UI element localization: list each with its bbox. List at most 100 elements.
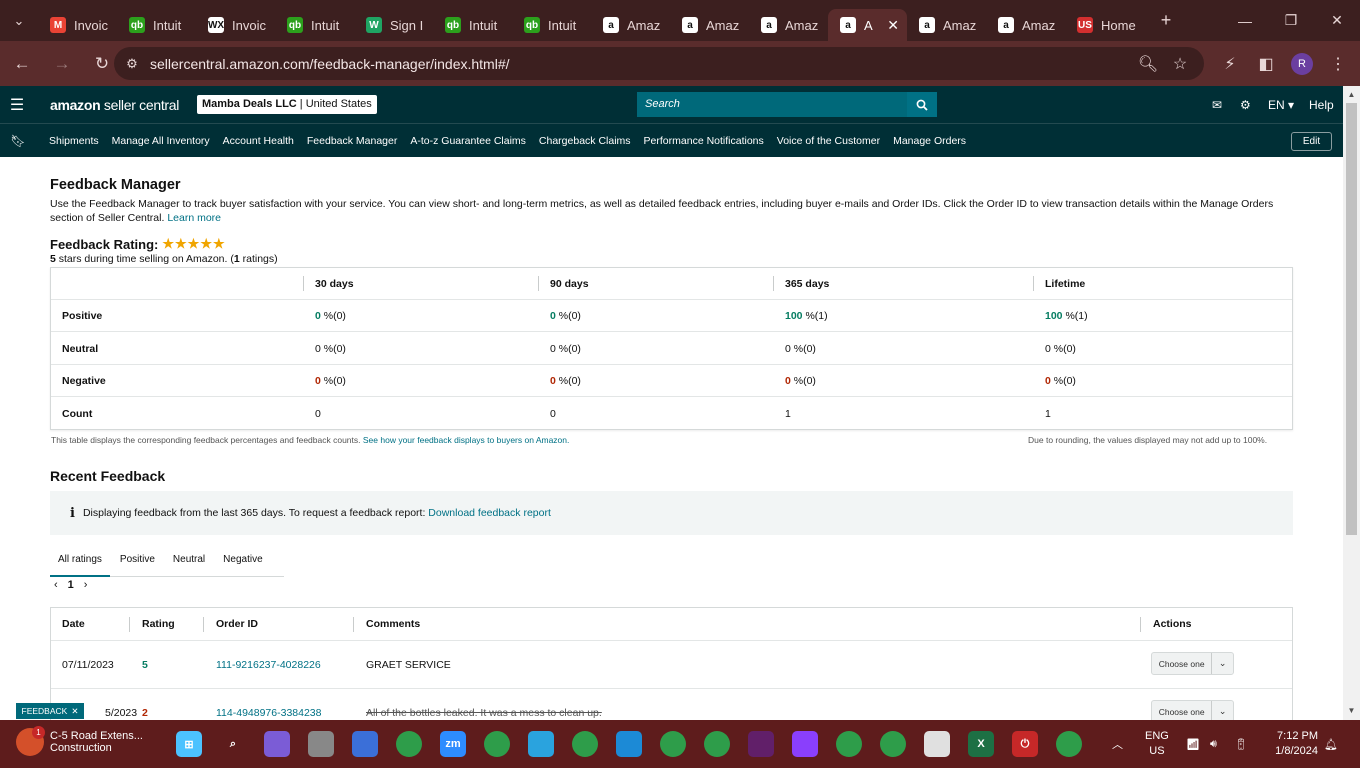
browser-tab[interactable]: qb Intuit [275, 9, 354, 41]
page-scrollbar[interactable]: ▲ ▼ [1343, 86, 1360, 720]
address-bar[interactable]: ⚙ sellercentral.amazon.com/feedback-mana… [114, 47, 1204, 80]
tab-positive[interactable]: Positive [112, 547, 163, 577]
restore-icon[interactable]: ❐ [1268, 0, 1314, 41]
feedback-display-link[interactable]: See how your feedback displays to buyers… [363, 435, 569, 445]
tab-neutral[interactable]: Neutral [165, 547, 213, 577]
chrome-icon[interactable] [572, 731, 598, 757]
browser-tab[interactable]: qb Intuit [512, 9, 591, 41]
close-tab-icon[interactable]: ✕ [887, 17, 899, 34]
action-dropdown[interactable]: Choose one ⌄ [1151, 700, 1234, 720]
edit-nav-button[interactable]: Edit [1291, 132, 1332, 151]
language-selector[interactable]: EN ▾ [1268, 86, 1294, 123]
browser-tab[interactable]: WX Invoic [196, 9, 275, 41]
learn-more-link[interactable]: Learn more [167, 212, 221, 224]
browser-tab[interactable]: a Amaz [986, 9, 1065, 41]
browser-tab[interactable]: W Sign I [354, 9, 433, 41]
nav-link[interactable]: Account Health [223, 135, 294, 147]
browser-tab[interactable]: a Amaz [749, 9, 828, 41]
chrome-icon[interactable] [396, 731, 422, 757]
telegram-icon[interactable] [528, 731, 554, 757]
browser-tab[interactable]: a Amaz [670, 9, 749, 41]
mail-icon[interactable]: ✉ [1212, 86, 1222, 123]
settings-gear-icon[interactable]: ⚙ [1240, 86, 1251, 123]
clock[interactable]: 7:12 PM 1/8/2024 [1266, 720, 1318, 768]
seller-central-logo[interactable]: amazon seller central [50, 97, 179, 113]
scroll-up-icon[interactable]: ▲ [1343, 90, 1360, 99]
profile-avatar[interactable]: R [1284, 41, 1320, 86]
nav-link[interactable]: Manage Orders [893, 135, 966, 147]
close-window-icon[interactable]: ✕ [1314, 0, 1360, 41]
extensions-icon[interactable]: ⚡︎ [1212, 41, 1248, 86]
chrome-icon[interactable] [660, 731, 686, 757]
messenger-icon[interactable] [792, 731, 818, 757]
chevron-down-icon[interactable]: ⌄ [1211, 701, 1233, 720]
chrome-icon[interactable] [836, 731, 862, 757]
chrome-icon[interactable] [880, 731, 906, 757]
minimize-icon[interactable]: — [1222, 0, 1268, 41]
edge-icon[interactable] [616, 731, 642, 757]
tab-search-icon[interactable]: ⌄ [0, 0, 38, 41]
site-info-icon[interactable]: ⚙ [114, 56, 150, 72]
bookmark-icon[interactable]: 🔖︎ [0, 134, 36, 148]
browser-tab[interactable]: M Invoic [38, 9, 117, 41]
copilot-icon[interactable] [264, 731, 290, 757]
tab-negative[interactable]: Negative [215, 547, 270, 577]
hamburger-menu-icon[interactable]: ☰ [0, 95, 34, 115]
tab-all-ratings[interactable]: All ratings [50, 547, 110, 577]
notifications-icon[interactable]: 🔔︎ [1324, 720, 1338, 768]
scroll-down-icon[interactable]: ▼ [1343, 706, 1360, 715]
account-switcher[interactable]: Mamba Deals LLC | United States [197, 95, 377, 114]
nav-link[interactable]: Shipments [49, 135, 99, 147]
power-icon[interactable]: ⏻ [1012, 731, 1038, 757]
tray-chevron-icon[interactable]: ︿ [1112, 720, 1123, 768]
news-widget[interactable]: 1 C-5 Road Extens... Construction [16, 726, 143, 756]
menu-kebab-icon[interactable]: ⋮ [1320, 41, 1356, 86]
nav-link[interactable]: A-to-z Guarantee Claims [410, 135, 526, 147]
chrome-icon[interactable] [1056, 731, 1082, 757]
search-input[interactable]: Search [637, 92, 907, 117]
file-explorer-icon[interactable] [308, 731, 334, 757]
current-page[interactable]: 1 [68, 579, 74, 591]
side-panel-icon[interactable]: ◧ [1248, 41, 1284, 86]
language-indicator[interactable]: ENG US [1145, 720, 1169, 768]
browser-tab[interactable]: qb Intuit [433, 9, 512, 41]
help-link[interactable]: Help [1309, 86, 1334, 123]
browser-tab[interactable]: qb Intuit [117, 9, 196, 41]
download-report-link[interactable]: Download feedback report [428, 507, 551, 519]
feedback-widget[interactable]: FEEDBACK ✕ [16, 703, 84, 719]
start-icon[interactable]: ⊞ [176, 731, 202, 757]
browser-tab[interactable]: a A ✕ [828, 9, 907, 41]
battery-icon[interactable]: 🔋︎ [1234, 720, 1248, 768]
scroll-thumb[interactable] [1346, 103, 1357, 535]
nav-link[interactable]: Voice of the Customer [777, 135, 880, 147]
nav-link[interactable]: Chargeback Claims [539, 135, 631, 147]
chrome-icon[interactable] [484, 731, 510, 757]
nav-link[interactable]: Performance Notifications [644, 135, 764, 147]
search-icon[interactable]: ⌕ [220, 731, 246, 757]
order-id-link[interactable]: 111-9216237-4028226 [216, 641, 321, 688]
next-page-icon[interactable]: › [84, 579, 88, 591]
new-tab-button[interactable]: + [1150, 5, 1182, 37]
zoom-icon[interactable]: zm [440, 731, 466, 757]
browser-tab[interactable]: a Amaz [907, 9, 986, 41]
nav-link[interactable]: Feedback Manager [307, 135, 397, 147]
search-icon[interactable] [907, 92, 937, 117]
order-id-link[interactable]: 114-4948976-3384238 [216, 689, 322, 720]
nav-link[interactable]: Manage All Inventory [112, 135, 210, 147]
chrome-icon[interactable] [704, 731, 730, 757]
snipping-tool-icon[interactable] [924, 731, 950, 757]
browser-tab[interactable]: a Amaz [591, 9, 670, 41]
zoom-icon[interactable]: 🔍︎ [1130, 41, 1166, 86]
prev-page-icon[interactable]: ‹ [54, 579, 58, 591]
volume-icon[interactable]: 🔊︎ [1210, 720, 1217, 768]
forward-icon[interactable]: → [44, 46, 80, 82]
close-icon[interactable]: ✕ [71, 706, 78, 717]
wifi-icon[interactable]: 📶︎ [1186, 720, 1200, 768]
meet-icon[interactable] [352, 731, 378, 757]
browser-tab[interactable]: US Home [1065, 9, 1144, 41]
back-icon[interactable]: ← [4, 46, 40, 82]
slack-icon[interactable] [748, 731, 774, 757]
excel-icon[interactable]: X [968, 731, 994, 757]
bookmark-star-icon[interactable]: ☆ [1162, 41, 1198, 86]
chevron-down-icon[interactable]: ⌄ [1211, 653, 1233, 674]
